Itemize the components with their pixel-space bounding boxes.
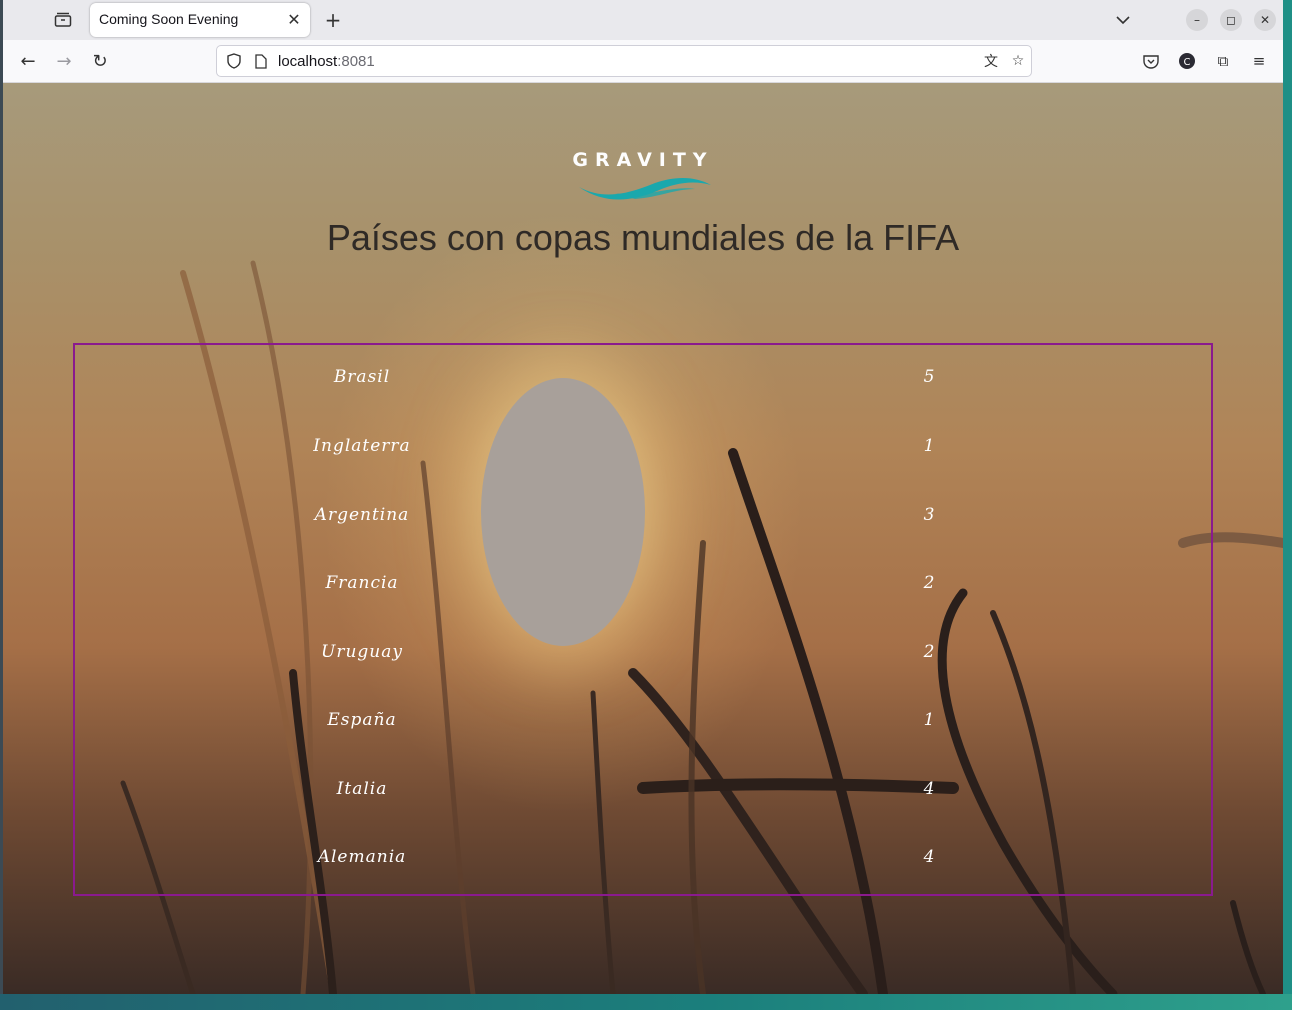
table-row: Francia 2 — [75, 573, 1215, 603]
table-row: Alemania 4 — [75, 847, 1215, 877]
browser-window: Coming Soon Evening ✕ + – ◻ ✕ ← → ↻ loca… — [3, 0, 1283, 994]
cups-cell: 2 — [923, 573, 935, 593]
page-title: Países con copas mundiales de la FIFA — [326, 217, 960, 258]
country-cell: Argentina — [314, 505, 410, 525]
desktop-background — [0, 994, 1292, 1010]
star-icon[interactable]: ☆ — [1009, 52, 1027, 70]
tab-title: Coming Soon Evening — [99, 11, 239, 27]
cups-cell: 3 — [923, 505, 935, 525]
url-text: localhost:8081 — [278, 53, 375, 70]
tab-list-icon[interactable] — [49, 8, 77, 32]
cups-cell: 1 — [923, 710, 935, 730]
page-content: GRAVITY Países con copas mundiales de la… — [3, 83, 1283, 994]
cups-cell: 4 — [923, 779, 935, 799]
close-window-icon[interactable]: ✕ — [1254, 9, 1276, 31]
country-cell: Brasil — [333, 367, 391, 387]
svg-text:C: C — [1184, 57, 1191, 68]
forward-icon[interactable]: → — [51, 49, 77, 73]
countries-table: Brasil 5 Inglaterra 1 Argentina 3 Franci… — [73, 343, 1213, 896]
tab-active[interactable]: Coming Soon Evening ✕ — [90, 3, 310, 37]
table-row: Italia 4 — [75, 779, 1215, 809]
minimize-icon[interactable]: – — [1186, 9, 1208, 31]
table-row: Uruguay 2 — [75, 642, 1215, 672]
pocket-icon[interactable] — [1140, 50, 1162, 72]
cups-cell: 4 — [923, 847, 935, 867]
tab-bar: Coming Soon Evening ✕ + – ◻ ✕ — [3, 0, 1283, 40]
cups-cell: 2 — [923, 642, 935, 662]
back-icon[interactable]: ← — [15, 49, 41, 73]
country-cell: Alemania — [317, 847, 407, 867]
shield-icon[interactable] — [225, 52, 243, 70]
country-cell: España — [327, 710, 397, 730]
new-tab-icon[interactable]: + — [321, 8, 345, 32]
page-icon[interactable] — [252, 52, 270, 70]
table-row: España 1 — [75, 710, 1215, 740]
chevron-down-icon[interactable] — [1111, 8, 1135, 32]
reload-icon[interactable]: ↻ — [87, 49, 113, 73]
cups-cell: 5 — [923, 367, 935, 387]
cups-cell: 1 — [923, 436, 935, 456]
url-host: localhost — [278, 53, 338, 70]
extensions-icon[interactable]: ⧉ — [1212, 50, 1234, 72]
logo-text: GRAVITY — [572, 149, 714, 171]
country-cell: Inglaterra — [313, 436, 411, 456]
country-cell: Francia — [325, 573, 399, 593]
translate-icon[interactable]: 文 — [982, 52, 1000, 70]
tab-close-icon[interactable]: ✕ — [284, 9, 304, 29]
table-row: Inglaterra 1 — [75, 436, 1215, 466]
navigation-bar: ← → ↻ localhost:8081 文 ☆ C ⧉ ≡ — [3, 40, 1283, 83]
menu-icon[interactable]: ≡ — [1248, 50, 1270, 72]
url-bar[interactable]: localhost:8081 文 ☆ — [216, 45, 1032, 77]
table-row: Brasil 5 — [75, 367, 1215, 397]
logo-wave-icon — [579, 177, 711, 200]
url-port: :8081 — [337, 53, 375, 70]
country-cell: Italia — [336, 779, 388, 799]
country-cell: Uruguay — [321, 642, 403, 662]
table-row: Argentina 3 — [75, 505, 1215, 535]
maximize-icon[interactable]: ◻ — [1220, 9, 1242, 31]
account-icon[interactable]: C — [1176, 50, 1198, 72]
